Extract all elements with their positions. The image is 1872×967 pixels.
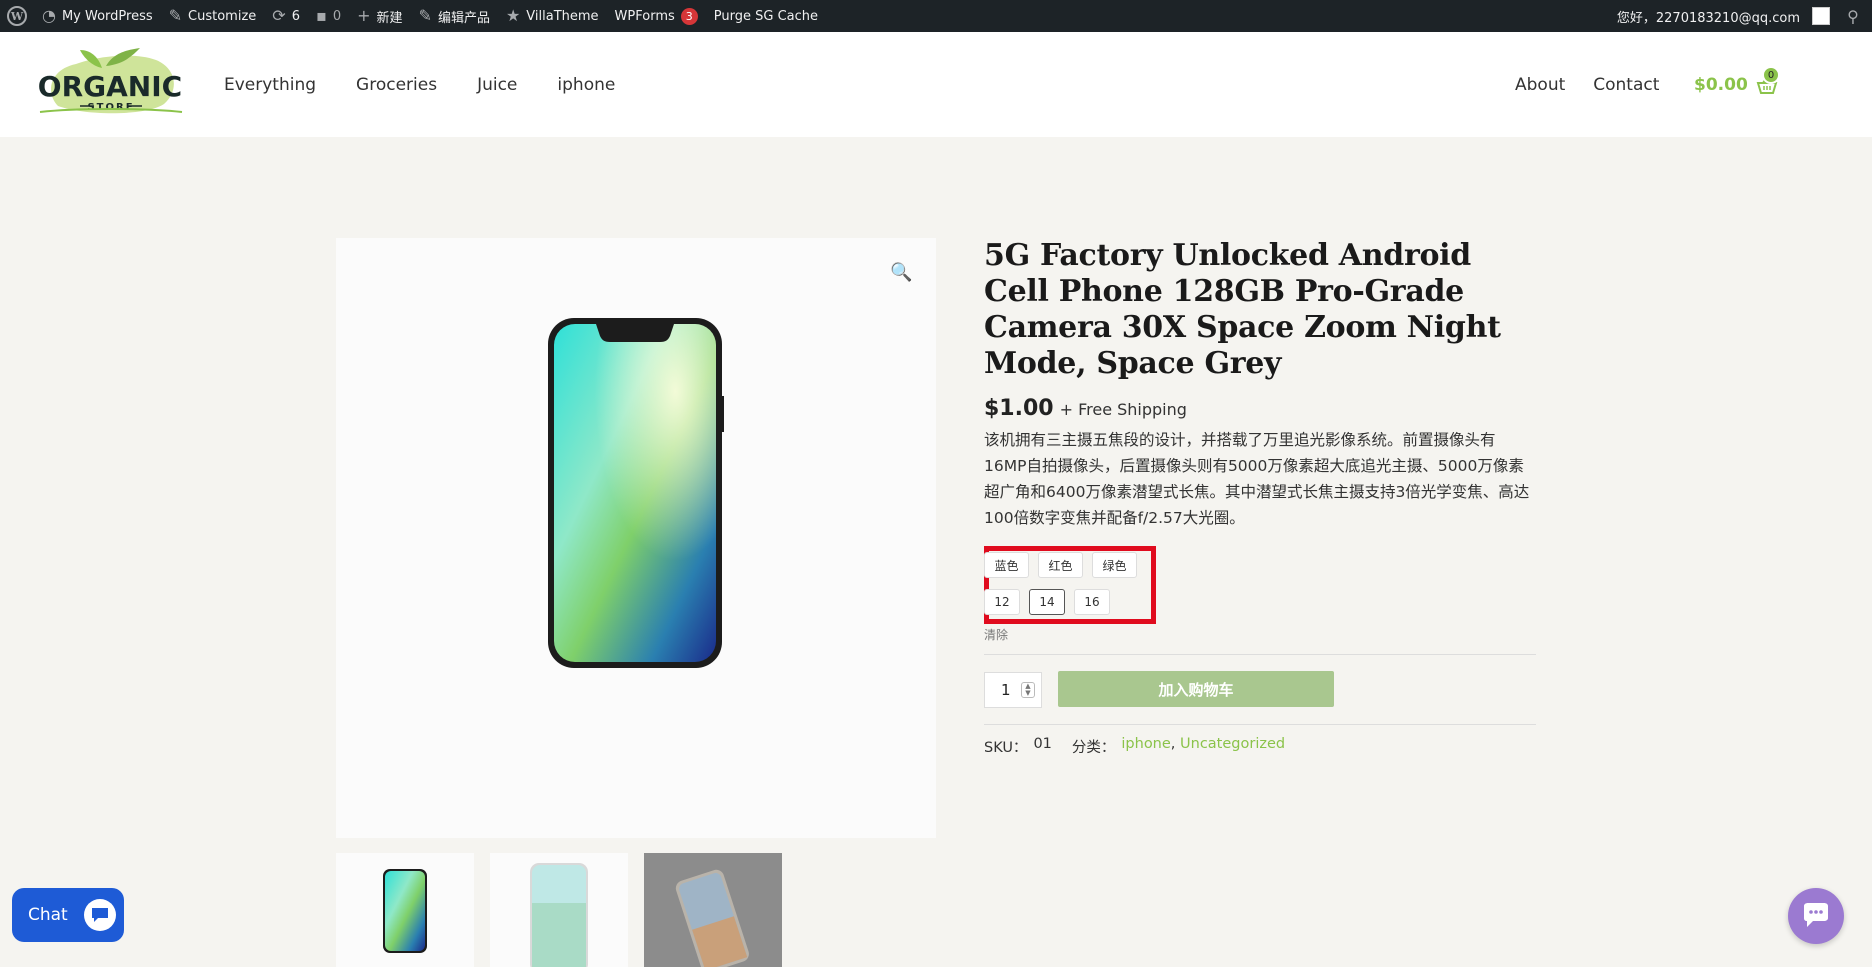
avatar	[1812, 7, 1830, 25]
refresh-icon: ⟳	[272, 6, 286, 25]
color-swatches: 蓝色 红色 绿色	[984, 552, 1137, 578]
star-icon: ★	[505, 6, 521, 25]
category-link-uncategorized[interactable]: Uncategorized	[1180, 736, 1285, 752]
account-greeting: 您好，2270183210@qq.com	[1616, 10, 1800, 26]
secondary-nav: About Contact	[1515, 32, 1659, 137]
nav-item-about[interactable]: About	[1515, 75, 1565, 95]
wpforms-badge: 3	[680, 7, 698, 25]
reset-variations-link[interactable]: 清除	[984, 626, 1008, 643]
thumbnail-2-phone-image	[530, 863, 588, 967]
nav-item-juice[interactable]: Juice	[477, 75, 517, 95]
edit-product-link[interactable]: ✎ 编辑产品	[411, 0, 498, 32]
add-to-cart-button[interactable]: 加入购物车	[1058, 671, 1334, 707]
new-content-link[interactable]: + 新建	[349, 0, 410, 32]
product-summary: 5G Factory Unlocked Android Cell Phone 1…	[984, 238, 1536, 756]
divider	[984, 654, 1536, 655]
chat-label: Chat	[28, 905, 68, 925]
nav-item-everything[interactable]: Everything	[224, 75, 316, 95]
cart-count-badge: 0	[1762, 66, 1780, 84]
logo-text: ORGANIC	[38, 70, 182, 103]
quantity-value: 1	[1001, 681, 1011, 699]
thumbnail-3-phone-image	[675, 869, 749, 967]
swatch-green[interactable]: 绿色	[1092, 552, 1137, 578]
purchase-area: 蓝色 红色 绿色 12 14 16 清除 1 ▲ ▼ 加入购物车 SKU： 01 …	[984, 238, 1536, 758]
wpforms-label: WPForms	[614, 8, 675, 24]
swatch-size-12[interactable]: 12	[984, 589, 1020, 615]
villatheme-link[interactable]: ★ VillaTheme	[498, 0, 607, 32]
wordpress-logo-icon: W	[7, 6, 27, 26]
site-name-link[interactable]: ◔ My WordPress	[34, 0, 161, 32]
swatch-red[interactable]: 红色	[1038, 552, 1083, 578]
stepper-arrows-icon[interactable]: ▲ ▼	[1021, 682, 1035, 698]
nav-item-contact[interactable]: Contact	[1593, 75, 1659, 95]
sku-label: SKU：	[984, 740, 1028, 756]
divider	[984, 724, 1536, 725]
customize-link[interactable]: ✎ Customize	[161, 0, 265, 32]
edit-product-label: 编辑产品	[437, 10, 490, 26]
chat-bubble-icon[interactable]	[84, 899, 116, 931]
nav-item-iphone[interactable]: iphone	[557, 75, 615, 95]
messenger-button[interactable]	[1788, 888, 1844, 944]
paintbrush-icon: ✎	[168, 6, 183, 25]
comments-link[interactable]: ▪ 0	[308, 0, 349, 32]
product-thumbnails	[336, 853, 782, 967]
message-icon	[1804, 903, 1828, 927]
quantity-stepper[interactable]: 1 ▲ ▼	[984, 672, 1042, 708]
wordpress-menu[interactable]: W	[0, 0, 34, 32]
customize-label: Customize	[188, 8, 257, 24]
site-header: ORGANIC STORE Everything Groceries Juice…	[0, 32, 1872, 137]
category-link-iphone[interactable]: iphone	[1121, 736, 1170, 752]
purge-cache-link[interactable]: Purge SG Cache	[706, 0, 826, 32]
size-swatches: 12 14 16	[984, 589, 1110, 615]
purge-cache-label: Purge SG Cache	[713, 8, 819, 24]
nav-item-groceries[interactable]: Groceries	[356, 75, 437, 95]
swatch-size-14[interactable]: 14	[1029, 589, 1065, 615]
phone-image	[548, 318, 724, 668]
header-cart[interactable]: $0.00	[1694, 32, 1778, 137]
updates-count: 6	[291, 8, 300, 24]
primary-nav: Everything Groceries Juice iphone	[224, 32, 615, 137]
updates-link[interactable]: ⟳ 6	[264, 0, 308, 32]
zoom-icon[interactable]: 🔍	[890, 262, 912, 283]
organic-store-logo[interactable]: ORGANIC STORE	[36, 46, 184, 118]
comments-count: 0	[332, 8, 342, 24]
swatch-size-16[interactable]: 16	[1074, 589, 1110, 615]
admin-search-icon[interactable]: ⚲	[1834, 7, 1872, 26]
category-label: 分类：	[1071, 740, 1116, 756]
pencil-icon: ✎	[418, 6, 432, 25]
product-meta: SKU： 01 分类： iphone, Uncategorized	[984, 736, 1286, 756]
thumbnail-1[interactable]	[336, 853, 474, 967]
swatch-blue[interactable]: 蓝色	[984, 552, 1029, 578]
wpforms-link[interactable]: WPForms 3	[607, 0, 706, 32]
thumbnail-1-phone-image	[383, 869, 427, 953]
villatheme-label: VillaTheme	[526, 8, 599, 24]
comment-icon: ▪	[315, 6, 327, 25]
new-label: 新建	[376, 10, 403, 26]
account-menu[interactable]: 您好，2270183210@qq.com	[1609, 0, 1834, 32]
site-name-label: My WordPress	[61, 8, 153, 24]
plus-icon: +	[357, 6, 371, 25]
chat-icon-svg	[92, 908, 108, 922]
sku-value: 01	[1033, 736, 1052, 752]
dashboard-icon: ◔	[42, 6, 56, 25]
thumbnail-2[interactable]	[490, 853, 628, 967]
thumbnail-3[interactable]	[644, 853, 782, 967]
logo-subtext: STORE	[87, 102, 134, 113]
admin-bar: W ◔ My WordPress ✎ Customize ⟳ 6 ▪ 0 + 新…	[0, 0, 1872, 32]
cart-total: $0.00	[1694, 74, 1748, 95]
